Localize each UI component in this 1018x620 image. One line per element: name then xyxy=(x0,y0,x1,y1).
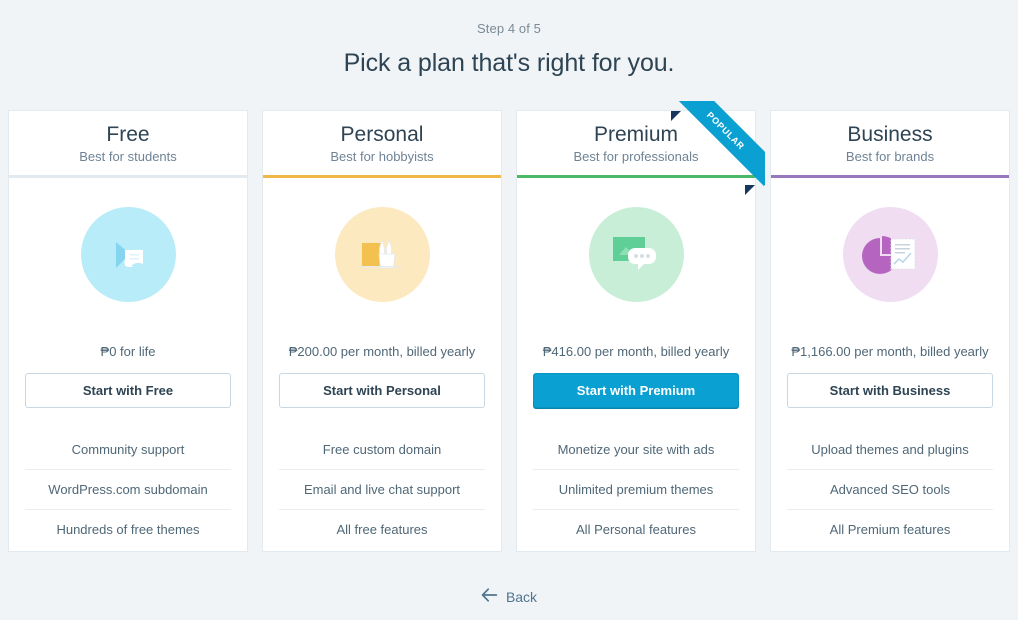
plan-feature: Community support xyxy=(25,430,231,470)
plan-feature: All free features xyxy=(336,522,428,537)
plan-selection-page: Step 4 of 5 Pick a plan that's right for… xyxy=(0,0,1018,620)
plan-card-business: Business Best for brands ₱1,166.00 per mon… xyxy=(770,110,1010,552)
plan-card-premium: Premium Best for professionals POPULAR ₱416… xyxy=(516,101,765,552)
select-plan-button-personal[interactable]: Start with Personal xyxy=(279,373,485,408)
plan-header: Personal Best for hobbyists xyxy=(263,111,501,175)
plan-tagline: Best for hobbyists xyxy=(330,149,434,164)
pie-chart-report-icon xyxy=(842,207,938,302)
plan-header: Free Best for students xyxy=(9,111,247,175)
page-title: Pick a plan that's right for you. xyxy=(343,49,675,77)
plan-tagline: Best for professionals xyxy=(573,149,699,164)
plan-body: ₱200.00 per month, billed yearly Start wi… xyxy=(263,178,501,551)
arrow-left-icon xyxy=(481,588,498,605)
plan-card-free: Free Best for students ₱0 for life Start wi… xyxy=(8,110,248,552)
plan-feature: Upload themes and plugins xyxy=(787,430,993,470)
plan-name: Personal xyxy=(340,123,424,146)
back-button[interactable]: Back xyxy=(481,588,537,605)
plan-feature: Monetize your site with ads xyxy=(533,430,739,470)
plan-price: ₱200.00 per month, billed yearly xyxy=(288,344,476,359)
plan-price: ₱1,166.00 per month, billed yearly xyxy=(791,344,989,359)
speech-bubble-icon xyxy=(588,207,684,302)
plan-card-personal: Personal Best for hobbyists ₱200.00 per mo… xyxy=(262,110,502,552)
plan-feature: Advanced SEO tools xyxy=(787,470,993,510)
footer-nav: Back xyxy=(0,588,1018,605)
plan-feature: Free custom domain xyxy=(279,430,485,470)
plan-feature-list: Upload themes and plugins Advanced SEO to… xyxy=(787,430,993,551)
plan-tagline: Best for brands xyxy=(845,149,935,164)
plan-feature: All Personal features xyxy=(576,522,696,537)
plan-feature: WordPress.com subdomain xyxy=(25,470,231,510)
plan-feature-list: Community support WordPress.com subdomain… xyxy=(25,430,231,551)
plan-list: Free Best for students ₱0 for life Start wi… xyxy=(8,101,1010,552)
select-plan-button-free[interactable]: Start with Free xyxy=(25,373,231,408)
plan-body: ₱416.00 per month, billed yearly Start wi… xyxy=(517,178,755,551)
plan-header: Premium Best for professionals POPULAR xyxy=(517,101,765,195)
plan-name: Business xyxy=(847,123,933,146)
plan-feature: Email and live chat support xyxy=(279,470,485,510)
plan-feature-list: Monetize your site with ads Unlimited pre… xyxy=(533,430,739,551)
plan-name: Free xyxy=(106,123,150,146)
plan-body: ₱0 for life Start with Free Community supp… xyxy=(9,178,247,551)
plan-name: Premium xyxy=(593,123,678,146)
select-plan-button-premium[interactable]: Start with Premium xyxy=(533,373,739,408)
step-indicator: Step 4 of 5 xyxy=(477,21,541,36)
select-plan-button-business[interactable]: Start with Business xyxy=(787,373,993,408)
pencil-cup-icon xyxy=(334,207,430,302)
plan-price: ₱0 for life xyxy=(100,344,156,359)
plan-price: ₱416.00 per month, billed yearly xyxy=(542,344,730,359)
plan-body: ₱1,166.00 per month, billed yearly Start … xyxy=(771,178,1009,551)
back-label: Back xyxy=(505,588,538,605)
plan-header: Business Best for brands xyxy=(771,111,1009,175)
plan-tagline: Best for students xyxy=(79,149,177,164)
plan-feature: Unlimited premium themes xyxy=(533,470,739,510)
plan-feature: Hundreds of free themes xyxy=(56,522,200,537)
plan-feature-list: Free custom domain Email and live chat su… xyxy=(279,430,485,551)
page-header: Step 4 of 5 Pick a plan that's right for… xyxy=(0,0,1018,78)
ribbon-fold-top xyxy=(671,111,681,121)
cursor-document-icon xyxy=(80,207,176,302)
plan-feature: All Premium features xyxy=(829,522,951,537)
